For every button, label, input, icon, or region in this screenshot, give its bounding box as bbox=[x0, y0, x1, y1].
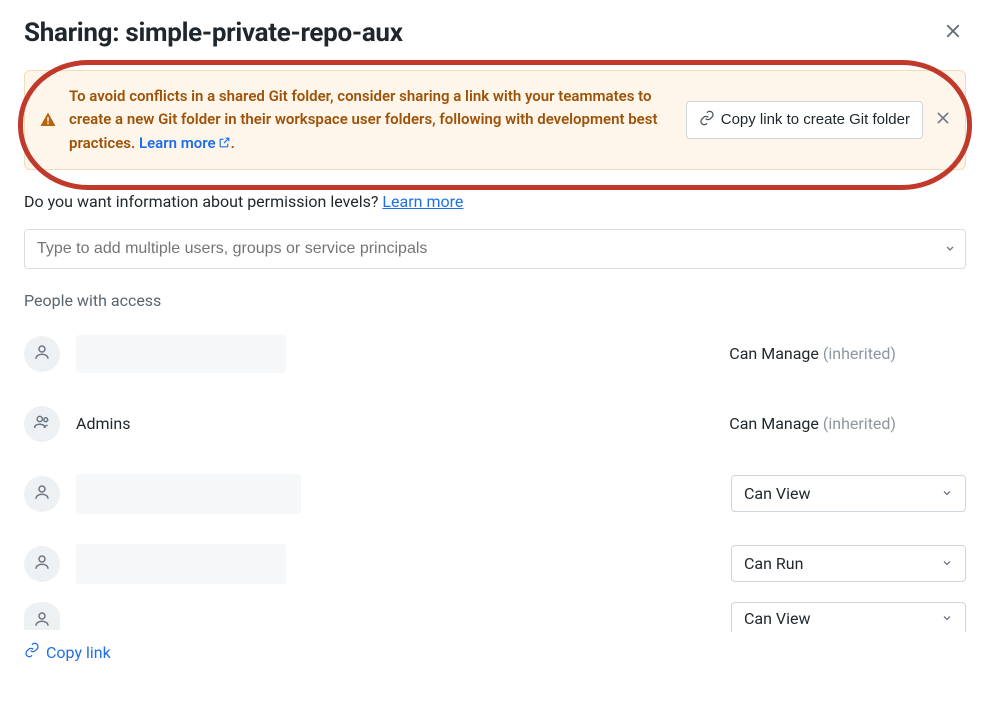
principal-name-col bbox=[76, 544, 715, 584]
user-icon bbox=[33, 610, 51, 632]
link-icon bbox=[699, 110, 715, 130]
permission-text: Can Manage (inherited) bbox=[729, 344, 966, 363]
permission-select[interactable]: Can View bbox=[731, 602, 966, 632]
banner-learn-more-link[interactable]: Learn more bbox=[139, 134, 231, 152]
chevron-down-icon bbox=[941, 484, 953, 503]
permission-label: Can Manage bbox=[729, 414, 819, 433]
permission-text: Can Manage (inherited) bbox=[729, 414, 966, 433]
user-icon bbox=[33, 553, 51, 575]
permission-select-value: Can View bbox=[744, 484, 811, 503]
redacted-name bbox=[76, 335, 286, 373]
permission-select[interactable]: Can View bbox=[731, 475, 966, 512]
permission-label: Can Manage bbox=[729, 344, 819, 363]
copy-link-create-git-folder-button[interactable]: Copy link to create Git folder bbox=[686, 101, 923, 139]
close-icon bbox=[935, 110, 951, 130]
permission-learn-more-link[interactable]: Learn more bbox=[382, 192, 463, 211]
chevron-down-icon bbox=[941, 554, 953, 573]
access-row: Can View bbox=[24, 466, 966, 522]
chevron-down-icon bbox=[941, 609, 953, 628]
banner-close-button[interactable] bbox=[935, 110, 951, 130]
banner-message: To avoid conflicts in a shared Git folde… bbox=[69, 85, 674, 155]
dialog-header: Sharing: simple-private-repo-aux bbox=[24, 18, 966, 48]
dialog-title: Sharing: simple-private-repo-aux bbox=[24, 18, 403, 48]
banner-learn-more-label: Learn more bbox=[139, 134, 216, 152]
avatar bbox=[24, 336, 60, 372]
permission-inherited: (inherited) bbox=[819, 344, 896, 363]
avatar bbox=[24, 602, 60, 630]
external-link-icon bbox=[216, 134, 231, 152]
avatar bbox=[24, 546, 60, 582]
add-principals-combobox[interactable] bbox=[24, 229, 966, 269]
user-icon bbox=[33, 343, 51, 365]
redacted-name bbox=[76, 474, 301, 514]
principal-name: Admins bbox=[76, 414, 130, 433]
principal-name-col bbox=[76, 474, 715, 514]
access-row: Can Run bbox=[24, 536, 966, 592]
permission-info-text: Do you want information about permission… bbox=[24, 192, 382, 211]
add-principals-input[interactable] bbox=[24, 229, 966, 269]
close-icon bbox=[944, 22, 962, 44]
dialog-close-button[interactable] bbox=[940, 18, 966, 48]
warning-icon bbox=[39, 111, 57, 129]
copy-link-button[interactable]: Copy link bbox=[24, 642, 111, 662]
principal-name-col: Admins bbox=[76, 414, 713, 433]
avatar bbox=[24, 476, 60, 512]
sharing-dialog: Sharing: simple-private-repo-aux To avoi… bbox=[0, 0, 990, 702]
access-row: Admins Can Manage (inherited) bbox=[24, 396, 966, 452]
principal-name-col bbox=[76, 335, 713, 373]
permission-select[interactable]: Can Run bbox=[731, 545, 966, 582]
redacted-name bbox=[76, 544, 286, 584]
group-icon bbox=[33, 413, 51, 435]
git-folder-warning-banner: To avoid conflicts in a shared Git folde… bbox=[24, 70, 966, 170]
permission-select-value: Can View bbox=[744, 609, 811, 628]
banner-period: . bbox=[231, 134, 235, 152]
banner-button-label: Copy link to create Git folder bbox=[721, 111, 910, 128]
permission-select-value: Can Run bbox=[744, 554, 803, 573]
avatar bbox=[24, 406, 60, 442]
link-icon bbox=[24, 642, 40, 662]
permission-inherited: (inherited) bbox=[819, 414, 896, 433]
access-row: Can Manage (inherited) bbox=[24, 326, 966, 382]
access-row: Can View bbox=[24, 602, 966, 632]
access-list: Can Manage (inherited) Admins Can Manage… bbox=[24, 326, 966, 632]
permission-info-line: Do you want information about permission… bbox=[24, 192, 966, 211]
user-icon bbox=[33, 483, 51, 505]
people-with-access-label: People with access bbox=[24, 291, 966, 310]
chevron-down-icon bbox=[944, 239, 956, 258]
copy-link-label: Copy link bbox=[46, 643, 111, 662]
